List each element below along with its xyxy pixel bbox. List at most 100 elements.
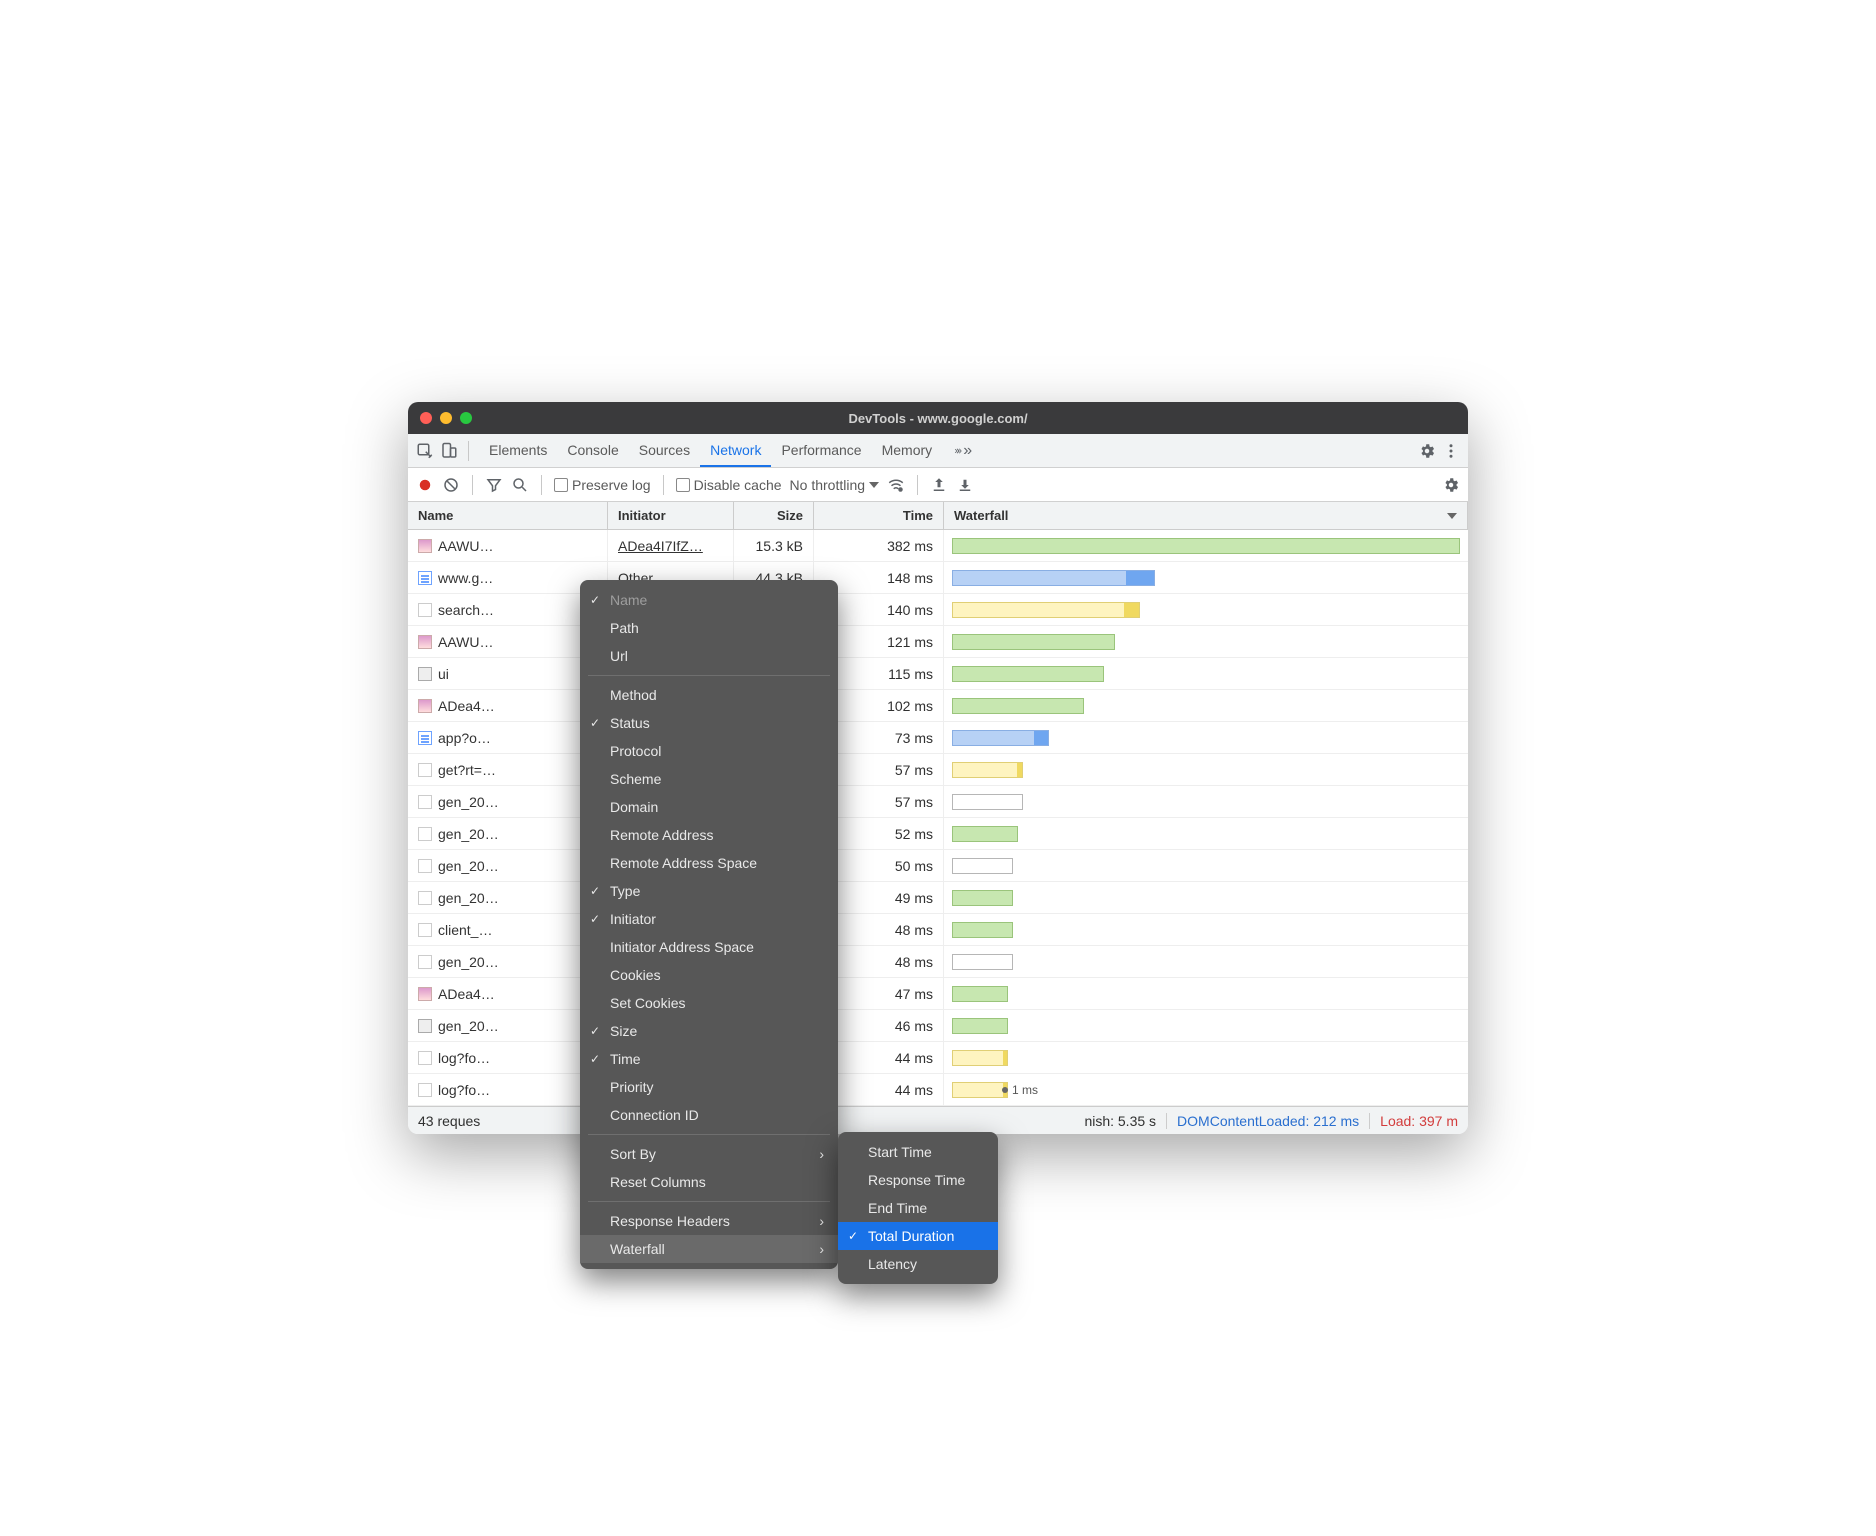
clear-icon[interactable] <box>442 476 460 494</box>
waterfall-bar <box>952 1050 1008 1066</box>
waterfall-bar <box>952 890 1013 906</box>
request-row[interactable]: AAWU…ADea4I7IfZ…2.7 kB121 ms <box>408 626 1468 658</box>
request-row[interactable]: search…m=cdos,dp…21.0 kB140 ms <box>408 594 1468 626</box>
column-context-menu[interactable]: NamePathUrl MethodStatusProtocolSchemeDom… <box>580 580 838 1269</box>
request-row[interactable]: gen_20…(index):11615 B52 ms <box>408 818 1468 850</box>
header-size[interactable]: Size <box>734 502 814 529</box>
filter-icon[interactable] <box>485 476 503 494</box>
menu-item-name[interactable]: Name <box>580 586 838 614</box>
request-row[interactable]: log?fo…70 B44 ms1 ms <box>408 1074 1468 1106</box>
preserve-log-label: Preserve log <box>572 477 651 493</box>
submenu-item-start-time[interactable]: Start Time <box>838 1138 998 1166</box>
menu-item-remote-address-space[interactable]: Remote Address Space <box>580 849 838 877</box>
panel-settings-gear-icon[interactable] <box>1442 476 1460 494</box>
menu-item-type[interactable]: Type <box>580 877 838 905</box>
submenu-arrow-icon: › <box>819 1146 824 1162</box>
size-cell: 15.3 kB <box>734 530 814 561</box>
menu-item-response-headers[interactable]: Response Headers› <box>580 1207 838 1235</box>
request-row[interactable]: gen_20…(index):21514 B48 ms <box>408 946 1468 978</box>
request-row[interactable]: AAWU…ADea4I7IfZ…15.3 kB382 ms <box>408 530 1468 562</box>
status-domcontentloaded: DOMContentLoaded: 212 ms <box>1177 1113 1359 1129</box>
menu-item-path[interactable]: Path <box>580 614 838 642</box>
request-row[interactable]: uim=DhPYm…0 B115 ms <box>408 658 1468 690</box>
file-type-icon <box>418 859 432 873</box>
device-toggle-icon[interactable] <box>440 442 458 460</box>
menu-item-sort-by[interactable]: Sort By› <box>580 1140 838 1168</box>
search-icon[interactable] <box>511 476 529 494</box>
request-row[interactable]: log?fo…70 B44 ms <box>408 1042 1468 1074</box>
titlebar: DevTools - www.google.com/ <box>408 402 1468 434</box>
maximize-window-button[interactable] <box>460 412 472 424</box>
network-conditions-icon[interactable] <box>887 476 905 494</box>
menu-item-protocol[interactable]: Protocol <box>580 737 838 765</box>
tab-performance[interactable]: Performance <box>771 434 871 467</box>
tab-sources[interactable]: Sources <box>629 434 700 467</box>
request-row[interactable]: gen_20…(index):11615 B49 ms <box>408 882 1468 914</box>
menu-item-priority[interactable]: Priority <box>580 1073 838 1101</box>
kebab-menu-icon[interactable] <box>1442 442 1460 460</box>
request-row[interactable]: ADea4…app?origin…22 B47 ms <box>408 978 1468 1010</box>
request-row[interactable]: ADea4…(index)22 B102 ms <box>408 690 1468 722</box>
tab-console[interactable]: Console <box>557 434 628 467</box>
request-row[interactable]: app?o…rs=AA2YrT…14.4 kB73 ms <box>408 722 1468 754</box>
submenu-item-total-duration[interactable]: Total Duration <box>838 1222 998 1250</box>
menu-item-time[interactable]: Time <box>580 1045 838 1073</box>
more-tabs-chevron-icon[interactable]: » <box>954 442 972 460</box>
settings-gear-icon[interactable] <box>1418 442 1436 460</box>
file-type-icon <box>418 795 432 809</box>
tab-elements[interactable]: Elements <box>479 434 557 467</box>
menu-item-connection-id[interactable]: Connection ID <box>580 1101 838 1129</box>
menu-item-set-cookies[interactable]: Set Cookies <box>580 989 838 1017</box>
request-name: gen_20… <box>438 954 499 970</box>
waterfall-bar <box>952 634 1115 650</box>
throttling-select[interactable]: No throttling <box>790 477 879 493</box>
waterfall-bar <box>952 858 1013 874</box>
request-row[interactable]: www.g…Other44.3 kB148 ms <box>408 562 1468 594</box>
disable-cache-checkbox[interactable]: Disable cache <box>676 477 782 493</box>
request-row[interactable]: get?rt=…rs=AA2YrT…14.8 kB57 ms <box>408 754 1468 786</box>
request-row[interactable]: gen_20…m=cdos,dp…14 B57 ms <box>408 786 1468 818</box>
download-har-icon[interactable] <box>956 476 974 494</box>
minimize-window-button[interactable] <box>440 412 452 424</box>
menu-item-cookies[interactable]: Cookies <box>580 961 838 989</box>
inspect-icon[interactable] <box>416 442 434 460</box>
header-name[interactable]: Name <box>408 502 608 529</box>
file-type-icon <box>418 1083 432 1097</box>
initiator-link[interactable]: ADea4I7IfZ… <box>618 538 703 554</box>
menu-item-initiator[interactable]: Initiator <box>580 905 838 933</box>
menu-item-initiator-address-space[interactable]: Initiator Address Space <box>580 933 838 961</box>
waterfall-submenu[interactable]: Start TimeResponse TimeEnd TimeTotal Dur… <box>838 1132 998 1284</box>
menu-item-remote-address[interactable]: Remote Address <box>580 821 838 849</box>
close-window-button[interactable] <box>420 412 432 424</box>
menu-item-method[interactable]: Method <box>580 681 838 709</box>
header-waterfall[interactable]: Waterfall <box>944 502 1468 529</box>
separator <box>468 441 469 461</box>
waterfall-bar <box>952 730 1049 746</box>
submenu-item-end-time[interactable]: End Time <box>838 1194 998 1222</box>
menu-item-waterfall[interactable]: Waterfall› <box>580 1235 838 1263</box>
request-name: AAWU… <box>438 538 493 554</box>
request-row[interactable]: gen_20…14 B46 ms <box>408 1010 1468 1042</box>
submenu-item-latency[interactable]: Latency <box>838 1250 998 1278</box>
waterfall-bar <box>952 922 1013 938</box>
preserve-log-checkbox[interactable]: Preserve log <box>554 477 651 493</box>
menu-item-status[interactable]: Status <box>580 709 838 737</box>
file-type-icon <box>418 1051 432 1065</box>
menu-item-scheme[interactable]: Scheme <box>580 765 838 793</box>
record-icon[interactable] <box>416 476 434 494</box>
request-row[interactable]: client_…(index):318 B48 ms <box>408 914 1468 946</box>
header-initiator[interactable]: Initiator <box>608 502 734 529</box>
submenu-item-response-time[interactable]: Response Time <box>838 1166 998 1194</box>
menu-item-reset-columns[interactable]: Reset Columns <box>580 1168 838 1196</box>
status-requests: 43 reques <box>418 1113 480 1129</box>
menu-item-domain[interactable]: Domain <box>580 793 838 821</box>
request-rows: AAWU…ADea4I7IfZ…15.3 kB382 mswww.g…Other… <box>408 530 1468 1106</box>
menu-item-size[interactable]: Size <box>580 1017 838 1045</box>
upload-har-icon[interactable] <box>930 476 948 494</box>
tab-network[interactable]: Network <box>700 434 771 467</box>
request-name: search… <box>438 602 494 618</box>
menu-item-url[interactable]: Url <box>580 642 838 670</box>
header-time[interactable]: Time <box>814 502 944 529</box>
request-row[interactable]: gen_20…(index):1214 B50 ms <box>408 850 1468 882</box>
tab-memory[interactable]: Memory <box>872 434 943 467</box>
